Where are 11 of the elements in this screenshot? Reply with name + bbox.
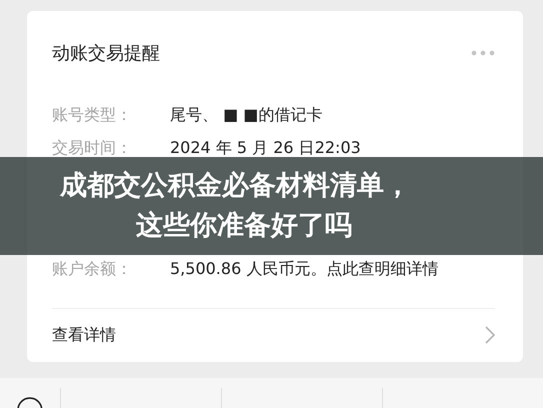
- field-label: 账号类型：: [52, 105, 133, 125]
- headline-text: 成都交公积金必备材料清单，: [60, 169, 411, 203]
- headline-text: 这些你准备好了吗: [136, 209, 352, 243]
- field-value: 5,500.86 人民币元。点此查明细详情: [170, 259, 438, 279]
- field-label: 交易时间：: [52, 138, 133, 158]
- field-value: 尾号、 ■ ■的借记卡: [170, 105, 322, 125]
- chevron-right-icon: [485, 326, 495, 344]
- field-value: 2024 年 5 月 26 日22:03: [170, 138, 361, 158]
- card-title: 动账交易提醒: [52, 42, 160, 65]
- field-label: 账户余额：: [52, 259, 133, 279]
- details-link[interactable]: 查看详情: [52, 309, 495, 361]
